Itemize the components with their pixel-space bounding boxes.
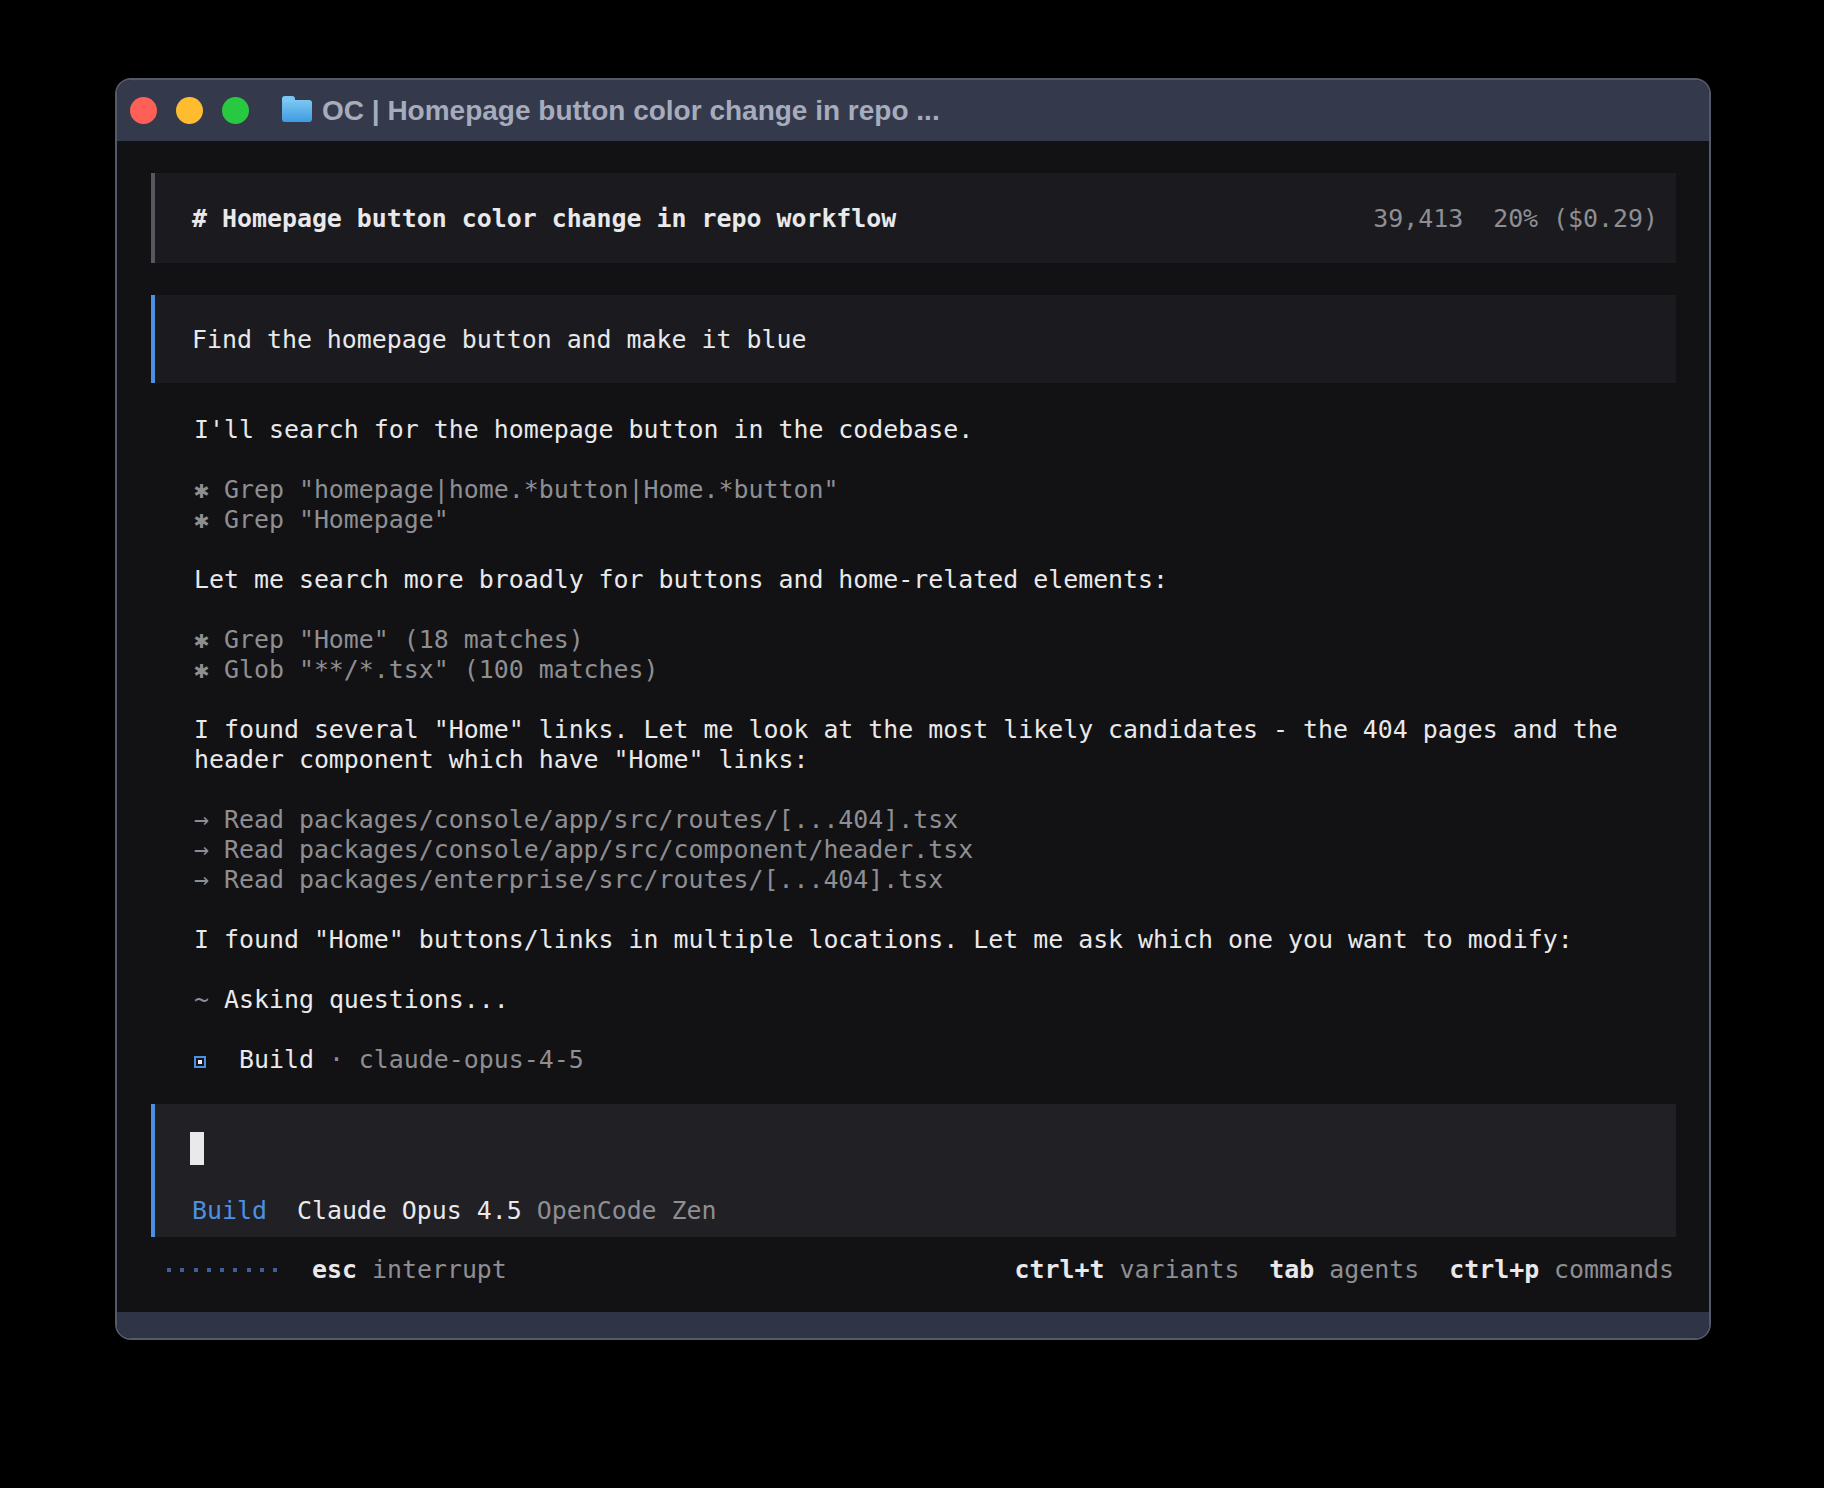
assistant-text: Let me search more broadly for buttons a…	[194, 565, 1618, 595]
user-message: Find the homepage button and make it blu…	[151, 295, 1676, 383]
blank	[194, 895, 1618, 925]
user-message-text: Find the homepage button and make it blu…	[155, 325, 806, 354]
model-info-line: Build Claude Opus 4.5 OpenCode Zen	[192, 1196, 717, 1226]
status-text: ~ Asking questions...	[194, 985, 1618, 1015]
progress-dot	[207, 1268, 211, 1272]
tool-call-read: → Read packages/console/app/src/routes/[…	[194, 805, 1618, 835]
agent-task: Build · claude-opus-4-5	[194, 1045, 1618, 1075]
blank	[194, 685, 1618, 715]
session-stats: 39,413 20% ($0.29)	[1373, 204, 1676, 233]
tool-call-grep: ✱ Grep "Home" (18 matches)	[194, 625, 1618, 655]
window-bottom-strip	[117, 1312, 1709, 1338]
progress-dot	[194, 1268, 198, 1272]
blank	[194, 955, 1618, 985]
tool-call-grep: ✱ Grep "Homepage"	[194, 505, 1618, 535]
assistant-text: I found several "Home" links. Let me loo…	[194, 715, 1618, 745]
progress-dot	[273, 1268, 277, 1272]
window-title: OC | Homepage button color change in rep…	[322, 95, 940, 127]
session-title: # Homepage button color change in repo w…	[155, 204, 896, 233]
assistant-text: header component which have "Home" links…	[194, 745, 1618, 775]
session-header: # Homepage button color change in repo w…	[151, 173, 1676, 263]
zoom-button[interactable]	[222, 97, 249, 124]
esc-hint: esc interrupt	[312, 1255, 507, 1285]
blank	[194, 775, 1618, 805]
hint-key: ctrl+p	[1449, 1255, 1539, 1284]
progress-dot	[260, 1268, 264, 1272]
progress-dot	[233, 1268, 237, 1272]
blank	[194, 595, 1618, 625]
provider-label: OpenCode Zen	[537, 1196, 717, 1225]
text-cursor	[190, 1132, 204, 1165]
mode-label: Build	[192, 1196, 267, 1225]
terminal-content: # Homepage button color change in repo w…	[117, 141, 1709, 1338]
status-bar: esc interrupt ctrl+t variants tab agents…	[117, 1255, 1709, 1285]
hint-key: tab	[1269, 1255, 1314, 1284]
progress-dot	[167, 1268, 171, 1272]
hint-label: variants	[1105, 1255, 1270, 1284]
transcript: I'll search for the homepage button in t…	[194, 415, 1618, 1075]
hint-label: agents	[1314, 1255, 1449, 1284]
window-titlebar[interactable]: OC | Homepage button color change in rep…	[117, 80, 1709, 141]
tool-call-grep: ✱ Grep "homepage|home.*button|Home.*butt…	[194, 475, 1618, 505]
close-button[interactable]	[130, 97, 157, 124]
assistant-text: I found "Home" buttons/links in multiple…	[194, 925, 1618, 955]
progress-dot	[180, 1268, 184, 1272]
blank	[194, 535, 1618, 565]
terminal-window: OC | Homepage button color change in rep…	[115, 78, 1711, 1340]
minimize-button[interactable]	[176, 97, 203, 124]
progress-dot	[247, 1268, 251, 1272]
hint-key: ctrl+t	[1015, 1255, 1105, 1284]
model-label: Claude Opus 4.5	[297, 1196, 522, 1225]
keyboard-hints: ctrl+t variants tab agents ctrl+p comman…	[1015, 1255, 1674, 1285]
tool-call-read: → Read packages/enterprise/src/routes/[.…	[194, 865, 1618, 895]
tool-call-read: → Read packages/console/app/src/componen…	[194, 835, 1618, 865]
blank	[194, 445, 1618, 475]
tool-call-glob: ✱ Glob "**/*.tsx" (100 matches)	[194, 655, 1618, 685]
folder-icon	[282, 100, 312, 122]
hint-label: commands	[1539, 1255, 1674, 1284]
progress-dots	[167, 1268, 277, 1272]
progress-dot	[220, 1268, 224, 1272]
assistant-text: I'll search for the homepage button in t…	[194, 415, 1618, 445]
blank	[194, 1015, 1618, 1045]
agent-build-icon	[194, 1056, 206, 1068]
